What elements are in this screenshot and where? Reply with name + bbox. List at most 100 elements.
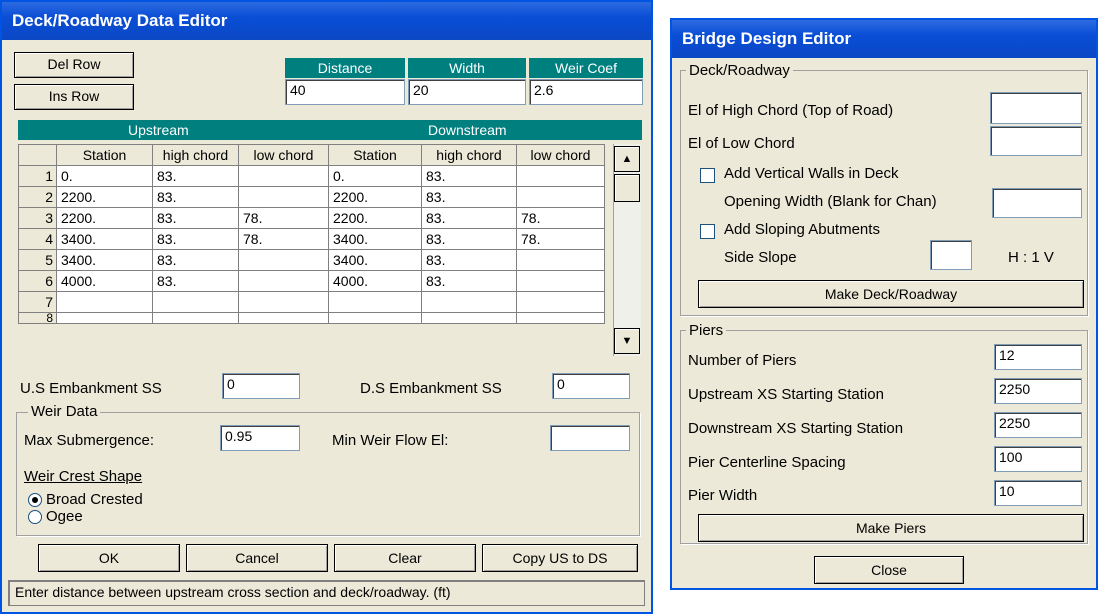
make-piers-button[interactable]: Make Piers xyxy=(698,514,1084,542)
table-cell[interactable]: 0. xyxy=(328,165,422,187)
table-cell[interactable]: 83. xyxy=(152,249,239,271)
table-cell[interactable]: 83. xyxy=(152,207,239,229)
table-cell[interactable] xyxy=(238,186,329,208)
del-row-button[interactable]: Del Row xyxy=(14,52,134,78)
table-row: 5 3400. 83. 3400. 83. xyxy=(18,249,605,271)
table-cell[interactable]: 83. xyxy=(152,165,239,187)
table-cell[interactable]: 83. xyxy=(421,186,517,208)
table-cell[interactable] xyxy=(421,291,517,313)
table-cell[interactable]: 0. xyxy=(56,165,153,187)
table-group-header: Upstream Downstream xyxy=(18,120,642,140)
pier-spacing-input[interactable]: 100 xyxy=(994,446,1082,472)
table-cell[interactable] xyxy=(152,291,239,313)
weir-crest-shape-label: Weir Crest Shape xyxy=(24,468,143,485)
opening-width-input[interactable] xyxy=(992,188,1082,218)
vertical-walls-checkbox[interactable] xyxy=(700,168,715,183)
table-cell[interactable] xyxy=(238,249,329,271)
min-weir-flow-input[interactable] xyxy=(550,425,630,451)
sloping-abutments-checkbox[interactable] xyxy=(700,224,715,239)
column-header: high chord xyxy=(421,144,517,166)
cancel-button[interactable]: Cancel xyxy=(186,544,328,572)
table-cell[interactable] xyxy=(516,186,605,208)
row-number: 8 xyxy=(18,312,57,324)
table-cell[interactable]: 2200. xyxy=(56,186,153,208)
table-cell[interactable] xyxy=(152,312,239,324)
table-cell[interactable]: 78. xyxy=(516,228,605,250)
side-slope-unit: H : 1 V xyxy=(1008,249,1054,266)
weir-data-label: Weir Data xyxy=(28,403,101,420)
weir-coef-input[interactable]: 2.6 xyxy=(529,79,643,105)
table-row: 6 4000. 83. 4000. 83. xyxy=(18,270,605,292)
scroll-thumb[interactable] xyxy=(614,174,640,202)
row-number: 7 xyxy=(18,291,57,313)
scroll-down-icon[interactable]: ▼ xyxy=(614,328,640,354)
close-button[interactable]: Close xyxy=(814,556,964,584)
downstream-station-input[interactable]: 2250 xyxy=(994,412,1082,438)
table-cell[interactable]: 3400. xyxy=(328,249,422,271)
table-cell[interactable] xyxy=(328,312,422,324)
low-chord-input[interactable] xyxy=(990,126,1082,156)
broad-crested-label[interactable]: Broad Crested xyxy=(46,491,143,508)
distance-header: Distance xyxy=(285,58,405,78)
table-cell[interactable]: 4000. xyxy=(328,270,422,292)
table-cell[interactable] xyxy=(516,270,605,292)
table-cell[interactable] xyxy=(238,312,329,324)
table-scrollbar[interactable]: ▲ ▼ xyxy=(613,144,641,356)
table-cell[interactable] xyxy=(421,312,517,324)
column-header: low chord xyxy=(516,144,605,166)
table-cell[interactable]: 2200. xyxy=(328,186,422,208)
broad-crested-radio[interactable] xyxy=(28,493,42,507)
vertical-walls-label[interactable]: Add Vertical Walls in Deck xyxy=(724,165,899,182)
table-cell[interactable]: 78. xyxy=(516,207,605,229)
distance-input[interactable]: 40 xyxy=(285,79,405,105)
table-cell[interactable] xyxy=(328,291,422,313)
table-cell[interactable] xyxy=(516,291,605,313)
ins-row-button[interactable]: Ins Row xyxy=(14,84,134,110)
table-cell[interactable]: 83. xyxy=(152,270,239,292)
table-cell[interactable]: 78. xyxy=(238,207,329,229)
table-cell[interactable]: 83. xyxy=(152,186,239,208)
table-cell[interactable] xyxy=(516,249,605,271)
table-cell[interactable]: 3400. xyxy=(328,228,422,250)
table-cell[interactable]: 78. xyxy=(238,228,329,250)
table-cell[interactable]: 83. xyxy=(421,249,517,271)
max-submergence-input[interactable]: 0.95 xyxy=(220,425,300,451)
table-cell[interactable] xyxy=(56,291,153,313)
make-deck-roadway-button[interactable]: Make Deck/Roadway xyxy=(698,280,1084,308)
table-cell[interactable] xyxy=(516,165,605,187)
clear-button[interactable]: Clear xyxy=(334,544,476,572)
table-cell[interactable] xyxy=(516,312,605,324)
table-cell[interactable]: 83. xyxy=(421,270,517,292)
sloping-abutments-label[interactable]: Add Sloping Abutments xyxy=(724,221,880,238)
table-cell[interactable]: 83. xyxy=(421,207,517,229)
table-cell[interactable]: 83. xyxy=(421,228,517,250)
row-number: 6 xyxy=(18,270,57,292)
high-chord-input[interactable] xyxy=(990,92,1082,124)
pier-width-input[interactable]: 10 xyxy=(994,480,1082,506)
ogee-label[interactable]: Ogee xyxy=(46,508,83,525)
us-embankment-input[interactable]: 0 xyxy=(222,373,300,399)
table-cell[interactable] xyxy=(238,270,329,292)
table-cell[interactable]: 83. xyxy=(152,228,239,250)
upstream-station-input[interactable]: 2250 xyxy=(994,378,1082,404)
max-submergence-label: Max Submergence: xyxy=(24,432,155,449)
table-cell[interactable]: 2200. xyxy=(56,207,153,229)
ok-button[interactable]: OK xyxy=(38,544,180,572)
table-cell[interactable]: 83. xyxy=(421,165,517,187)
ogee-radio[interactable] xyxy=(28,510,42,524)
table-cell[interactable]: 3400. xyxy=(56,228,153,250)
width-header: Width xyxy=(408,58,526,78)
table-cell[interactable]: 4000. xyxy=(56,270,153,292)
number-of-piers-input[interactable]: 12 xyxy=(994,344,1082,370)
pier-width-label: Pier Width xyxy=(688,487,758,504)
ds-embankment-input[interactable]: 0 xyxy=(552,373,630,399)
copy-us-to-ds-button[interactable]: Copy US to DS xyxy=(482,544,638,572)
table-cell[interactable] xyxy=(238,291,329,313)
scroll-up-icon[interactable]: ▲ xyxy=(614,146,640,172)
side-slope-input[interactable] xyxy=(930,240,972,270)
width-input[interactable]: 20 xyxy=(408,79,526,105)
table-cell[interactable]: 3400. xyxy=(56,249,153,271)
table-cell[interactable]: 2200. xyxy=(328,207,422,229)
table-cell[interactable] xyxy=(56,312,153,324)
table-cell[interactable] xyxy=(238,165,329,187)
